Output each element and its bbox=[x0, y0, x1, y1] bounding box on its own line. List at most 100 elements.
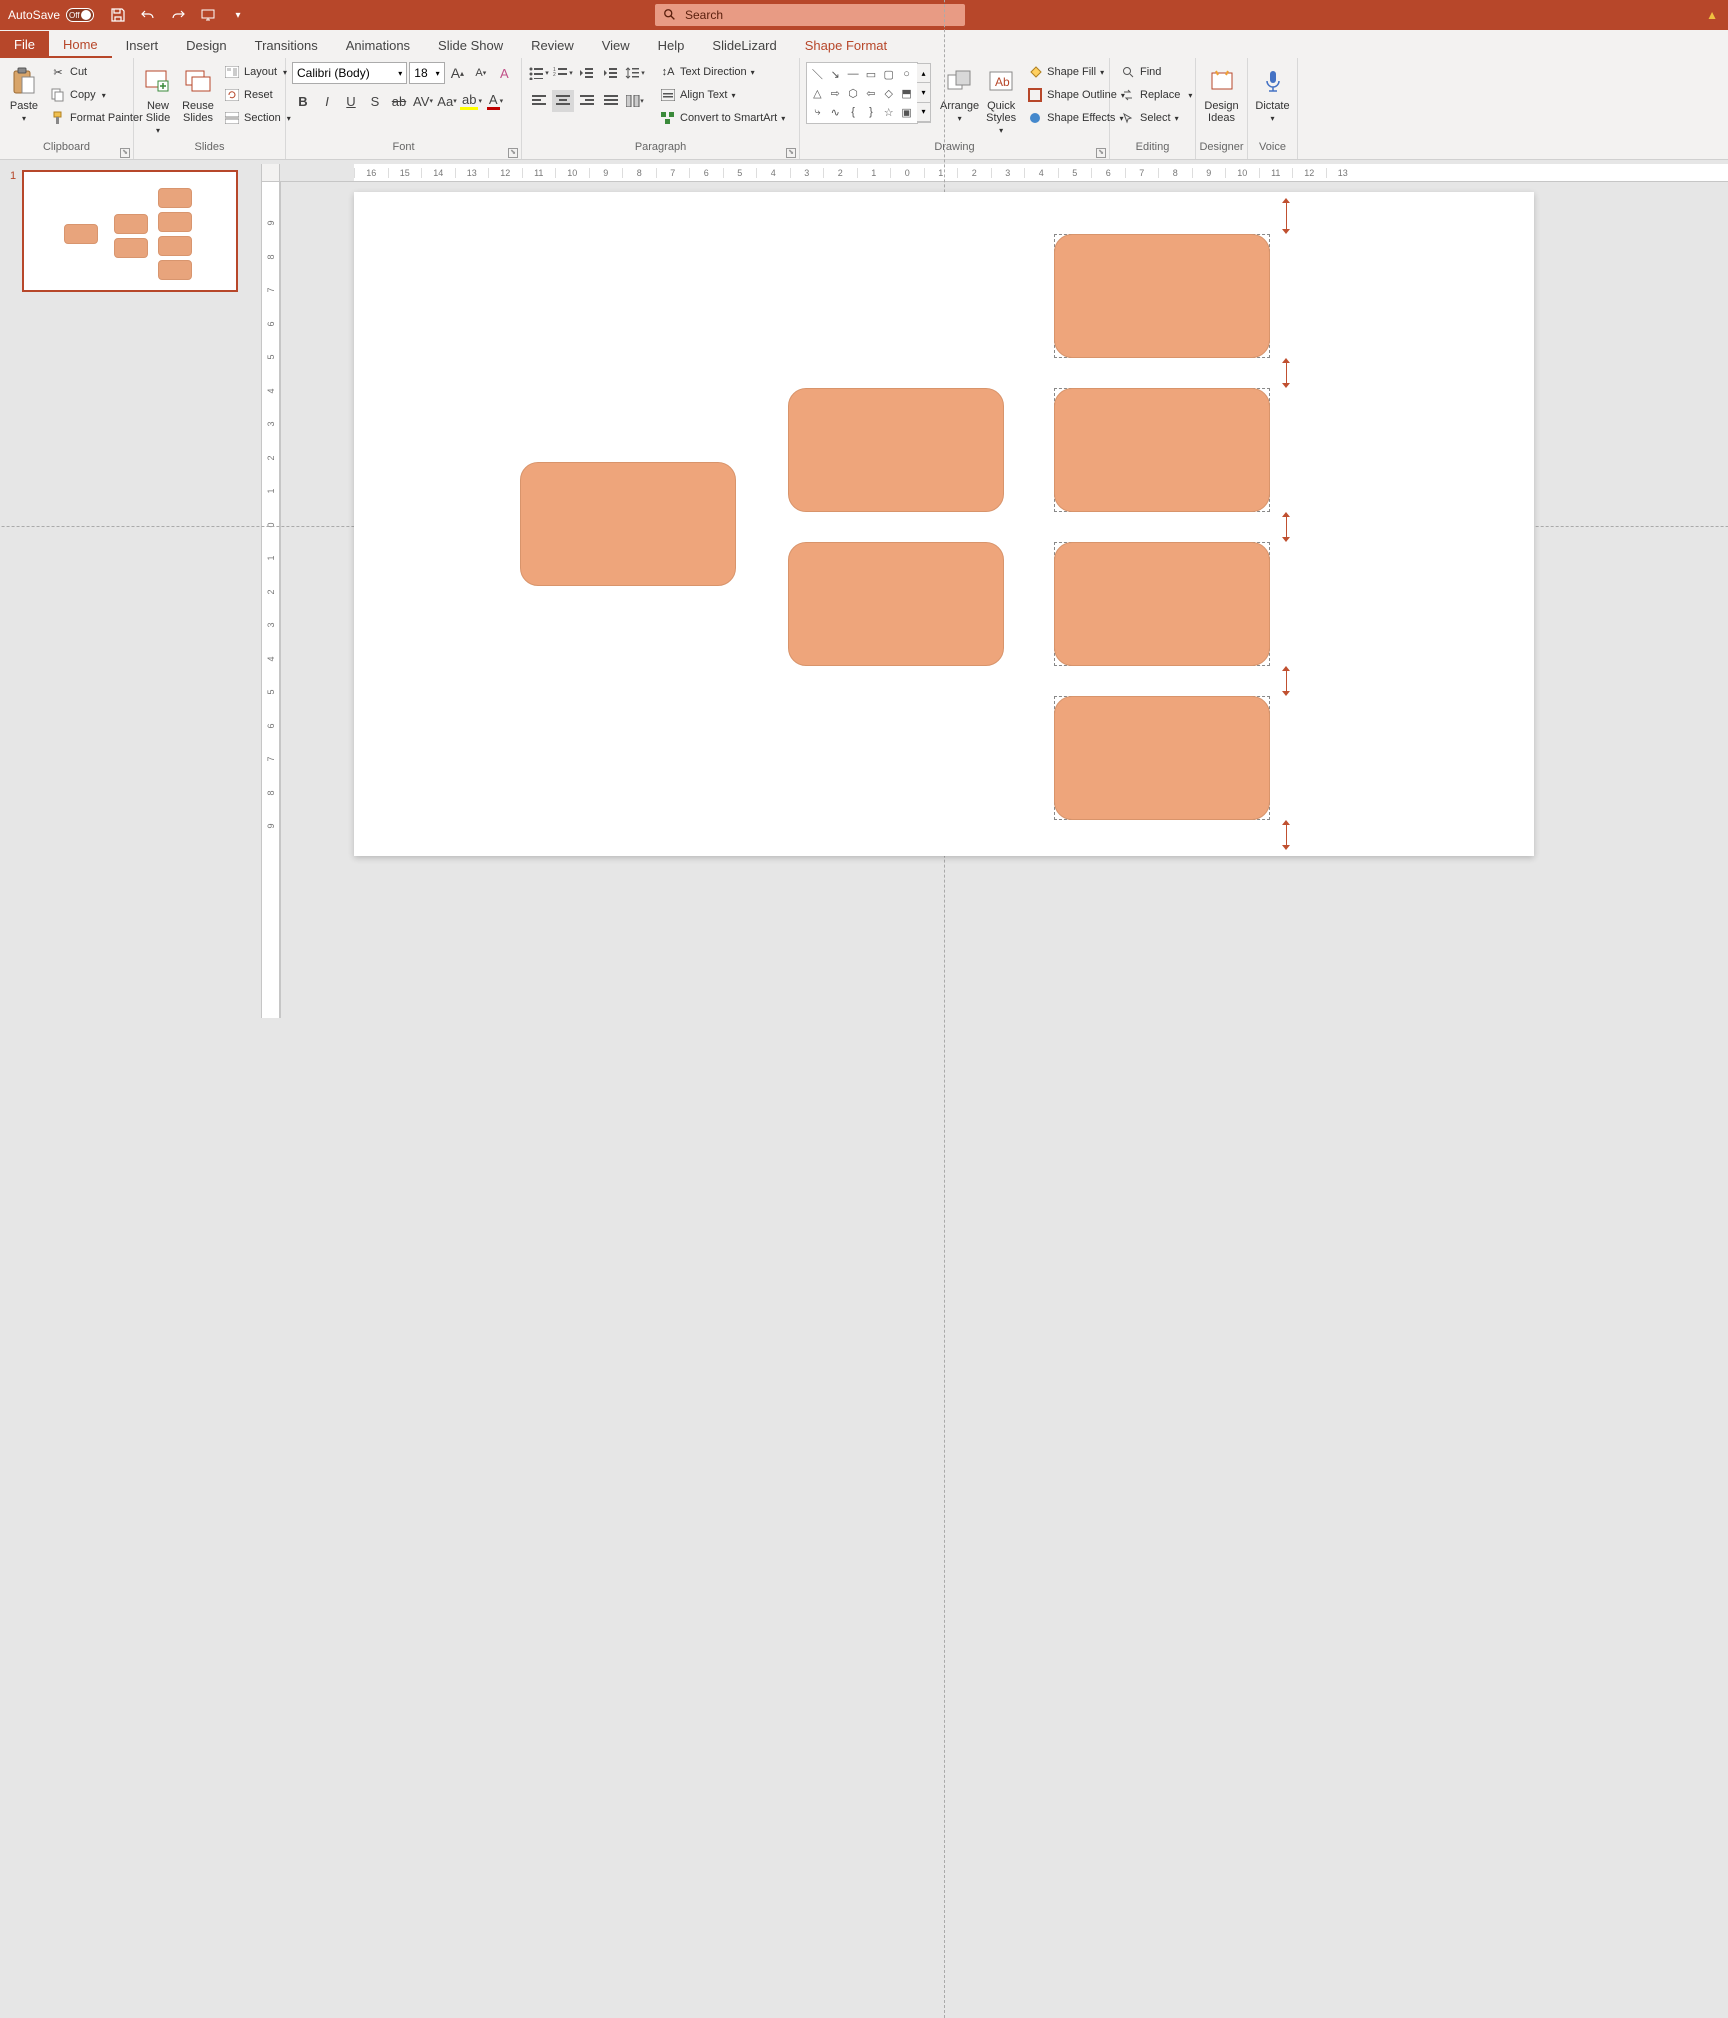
shape-rect-icon[interactable]: ▭ bbox=[863, 65, 880, 83]
cut-button[interactable]: ✂Cut bbox=[46, 62, 147, 82]
shape-rect-2[interactable] bbox=[788, 388, 1004, 512]
clear-formatting-icon[interactable]: A bbox=[494, 62, 515, 84]
dialog-launcher-icon[interactable]: ⬊ bbox=[508, 148, 518, 158]
highlight-button[interactable]: ab▾ bbox=[460, 90, 482, 112]
shape-arrow-icon[interactable]: ↘ bbox=[827, 65, 844, 83]
text-direction-button[interactable]: ↕AText Direction▾ bbox=[656, 62, 789, 82]
undo-icon[interactable] bbox=[138, 5, 158, 25]
tab-view[interactable]: View bbox=[588, 32, 644, 57]
shape-rect-7[interactable] bbox=[1054, 696, 1270, 820]
bullets-button[interactable]: ▾ bbox=[528, 62, 550, 84]
decrease-font-icon[interactable]: A▾ bbox=[470, 62, 491, 84]
tab-design[interactable]: Design bbox=[172, 32, 240, 57]
font-size-combo[interactable]: 18▾ bbox=[409, 62, 444, 84]
shape-lbrace-icon[interactable]: { bbox=[845, 103, 862, 121]
slide-thumbnail-1[interactable] bbox=[22, 170, 238, 292]
tab-review[interactable]: Review bbox=[517, 32, 588, 57]
bold-button[interactable]: B bbox=[292, 90, 314, 112]
font-name-combo[interactable]: Calibri (Body)▾ bbox=[292, 62, 407, 84]
save-icon[interactable] bbox=[108, 5, 128, 25]
dialog-launcher-icon[interactable]: ⬊ bbox=[1096, 148, 1106, 158]
tab-animations[interactable]: Animations bbox=[332, 32, 424, 57]
shape-line2-icon[interactable]: — bbox=[845, 65, 862, 83]
paste-button[interactable]: Paste▾ bbox=[6, 62, 42, 123]
shape-diamond-icon[interactable]: ◇ bbox=[880, 84, 897, 102]
new-slide-button[interactable]: New Slide▾ bbox=[140, 62, 176, 135]
vertical-ruler[interactable] bbox=[280, 182, 281, 1018]
copy-button[interactable]: Copy▾ bbox=[46, 85, 147, 105]
italic-button[interactable]: I bbox=[316, 90, 338, 112]
slide-canvas[interactable] bbox=[354, 192, 1534, 856]
slide-thumbnail-panel[interactable]: 1 bbox=[0, 164, 262, 1018]
shape-rect-3[interactable] bbox=[788, 542, 1004, 666]
strikethrough-button[interactable]: ab bbox=[388, 90, 410, 112]
tab-insert[interactable]: Insert bbox=[112, 32, 173, 57]
tab-shape-format[interactable]: Shape Format bbox=[791, 32, 901, 57]
tab-help[interactable]: Help bbox=[644, 32, 699, 57]
dialog-launcher-icon[interactable]: ⬊ bbox=[786, 148, 796, 158]
shapes-gallery[interactable]: ＼ ↘ — ▭ ▢ ○ △ ⇨ ⬡ ⇦ ◇ ⬒ ⤷ ∿ { } ☆ bbox=[806, 62, 918, 124]
align-left-button[interactable] bbox=[528, 90, 550, 112]
tab-slideshow[interactable]: Slide Show bbox=[424, 32, 517, 57]
shape-larrow-icon[interactable]: ⇦ bbox=[863, 84, 880, 102]
autosave-toggle[interactable]: AutoSave Off bbox=[0, 8, 102, 22]
quick-styles-button[interactable]: Ab Quick Styles▾ bbox=[983, 62, 1019, 135]
increase-indent-button[interactable] bbox=[600, 62, 622, 84]
redo-icon[interactable] bbox=[168, 5, 188, 25]
decrease-indent-button[interactable] bbox=[576, 62, 598, 84]
slide-edit-area[interactable]: 1615141312111098765432101234567891011121… bbox=[262, 164, 1728, 1018]
increase-font-icon[interactable]: A▴ bbox=[447, 62, 468, 84]
dialog-launcher-icon[interactable]: ⬊ bbox=[120, 148, 130, 158]
justify-button[interactable] bbox=[600, 90, 622, 112]
align-text-button[interactable]: Align Text▾ bbox=[656, 85, 789, 105]
design-ideas-button[interactable]: Design Ideas bbox=[1202, 62, 1241, 124]
align-right-button[interactable] bbox=[576, 90, 598, 112]
shape-rect-6[interactable] bbox=[1054, 542, 1270, 666]
replace-button[interactable]: Replace▾ bbox=[1116, 85, 1196, 105]
tab-home[interactable]: Home bbox=[49, 31, 112, 58]
search-box[interactable]: Search bbox=[655, 4, 965, 26]
vertical-ruler-strip[interactable]: 9876543210123456789 bbox=[262, 182, 280, 1018]
shape-action-icon[interactable]: ▣ bbox=[898, 103, 915, 121]
columns-button[interactable]: ▾ bbox=[624, 90, 646, 112]
shadow-button[interactable]: S bbox=[364, 90, 386, 112]
shape-connector-icon[interactable]: ⤷ bbox=[809, 103, 826, 121]
shape-roundrect-icon[interactable]: ▢ bbox=[880, 65, 897, 83]
select-button[interactable]: Select▾ bbox=[1116, 108, 1196, 128]
tab-file[interactable]: File bbox=[0, 31, 49, 58]
underline-button[interactable]: U bbox=[340, 90, 362, 112]
tab-transitions[interactable]: Transitions bbox=[241, 32, 332, 57]
gallery-down-icon[interactable]: ▾ bbox=[917, 83, 930, 102]
layout-button[interactable]: Layout▾ bbox=[220, 62, 295, 82]
reuse-slides-button[interactable]: Reuse Slides bbox=[180, 62, 216, 124]
format-painter-button[interactable]: Format Painter bbox=[46, 108, 147, 128]
shape-curve-icon[interactable]: ∿ bbox=[827, 103, 844, 121]
section-button[interactable]: Section▾ bbox=[220, 108, 295, 128]
line-spacing-button[interactable]: ▾ bbox=[624, 62, 646, 84]
char-spacing-button[interactable]: AV▾ bbox=[412, 90, 434, 112]
shape-hexagon-icon[interactable]: ⬡ bbox=[845, 84, 862, 102]
font-color-button[interactable]: A▾ bbox=[484, 90, 506, 112]
shape-rect-5[interactable] bbox=[1054, 388, 1270, 512]
shape-rarrow-icon[interactable]: ⇨ bbox=[827, 84, 844, 102]
shape-callout-icon[interactable]: ⬒ bbox=[898, 84, 915, 102]
shape-rect-4[interactable] bbox=[1054, 234, 1270, 358]
shape-rbrace-icon[interactable]: } bbox=[863, 103, 880, 121]
shape-triangle-icon[interactable]: △ bbox=[809, 84, 826, 102]
convert-smartart-button[interactable]: Convert to SmartArt▾ bbox=[656, 108, 789, 128]
arrange-button[interactable]: Arrange▾ bbox=[940, 62, 979, 123]
tab-slidelizard[interactable]: SlideLizard bbox=[698, 32, 790, 57]
start-from-beginning-icon[interactable] bbox=[198, 5, 218, 25]
horizontal-ruler[interactable]: 1615141312111098765432101234567891011121… bbox=[354, 164, 1728, 182]
qat-customize-icon[interactable]: ▾ bbox=[228, 5, 248, 25]
shape-line-icon[interactable]: ＼ bbox=[809, 65, 826, 83]
reset-button[interactable]: Reset bbox=[220, 85, 295, 105]
shape-star-icon[interactable]: ☆ bbox=[880, 103, 897, 121]
dictate-button[interactable]: Dictate▾ bbox=[1254, 62, 1291, 123]
autosave-switch[interactable]: Off bbox=[66, 8, 94, 22]
gallery-more-icon[interactable]: ▾ bbox=[917, 103, 930, 122]
gallery-up-icon[interactable]: ▴ bbox=[917, 64, 930, 83]
numbering-button[interactable]: 12▾ bbox=[552, 62, 574, 84]
change-case-button[interactable]: Aa▾ bbox=[436, 90, 458, 112]
warning-icon[interactable]: ▲ bbox=[1706, 8, 1718, 22]
